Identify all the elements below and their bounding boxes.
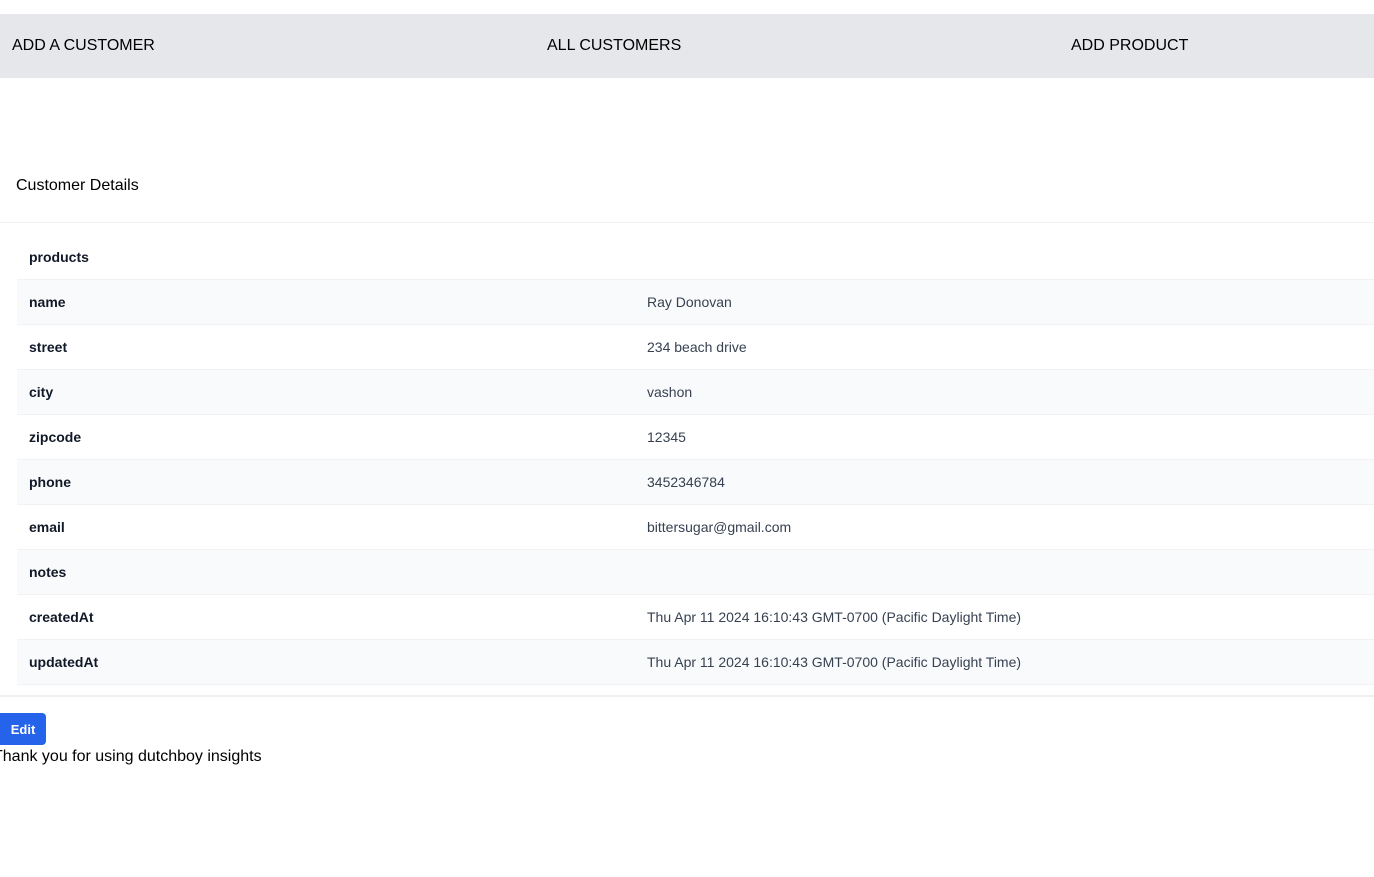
detail-key: phone	[29, 474, 71, 490]
detail-value: vashon	[647, 384, 693, 400]
detail-key: name	[29, 294, 66, 310]
detail-row-notes: notes	[17, 550, 1374, 595]
detail-row-phone: phone 3452346784	[17, 460, 1374, 505]
nav-link-add-customer[interactable]: ADD A CUSTOMER	[12, 14, 155, 78]
top-nav: ADD A CUSTOMER ALL CUSTOMERS ADD PRODUCT	[0, 14, 1374, 78]
detail-value: bittersugar@gmail.com	[647, 519, 792, 535]
footer-message: Thank you for using dutchboy insights	[0, 748, 262, 765]
detail-row-email: email bittersugar@gmail.com	[17, 505, 1374, 550]
detail-key: street	[29, 339, 68, 355]
detail-value: Thu Apr 11 2024 16:10:43 GMT-0700 (Pacif…	[647, 609, 1022, 625]
detail-row-updated-at: updatedAt Thu Apr 11 2024 16:10:43 GMT-0…	[17, 640, 1374, 685]
detail-row-created-at: createdAt Thu Apr 11 2024 16:10:43 GMT-0…	[17, 595, 1374, 640]
detail-key: city	[29, 384, 54, 400]
detail-value: Thu Apr 11 2024 16:10:43 GMT-0700 (Pacif…	[647, 654, 1022, 670]
divider	[0, 222, 1374, 223]
detail-row-name: name Ray Donovan	[17, 280, 1374, 325]
nav-link-all-customers[interactable]: ALL CUSTOMERS	[547, 14, 681, 78]
customer-details-list: products name Ray Donovan street 234 bea…	[17, 235, 1374, 685]
detail-key: updatedAt	[29, 654, 99, 670]
detail-value: 3452346784	[647, 474, 725, 490]
detail-key: zipcode	[29, 429, 82, 445]
page-title: Customer Details	[16, 177, 139, 194]
detail-value: 12345	[647, 429, 686, 445]
detail-row-city: city vashon	[17, 370, 1374, 415]
divider	[0, 695, 1374, 697]
detail-row-zipcode: zipcode 12345	[17, 415, 1374, 460]
detail-value: 234 beach drive	[647, 339, 747, 355]
detail-key: email	[29, 519, 65, 535]
page: ADD A CUSTOMER ALL CUSTOMERS ADD PRODUCT…	[0, 0, 1374, 877]
nav-link-add-product[interactable]: ADD PRODUCT	[1071, 14, 1188, 78]
detail-value: Ray Donovan	[647, 294, 732, 310]
detail-row-street: street 234 beach drive	[17, 325, 1374, 370]
detail-row-products: products	[17, 235, 1374, 280]
detail-key: products	[29, 249, 89, 265]
detail-key: notes	[29, 564, 67, 580]
edit-button[interactable]: Edit	[0, 713, 46, 745]
detail-key: createdAt	[29, 609, 94, 625]
